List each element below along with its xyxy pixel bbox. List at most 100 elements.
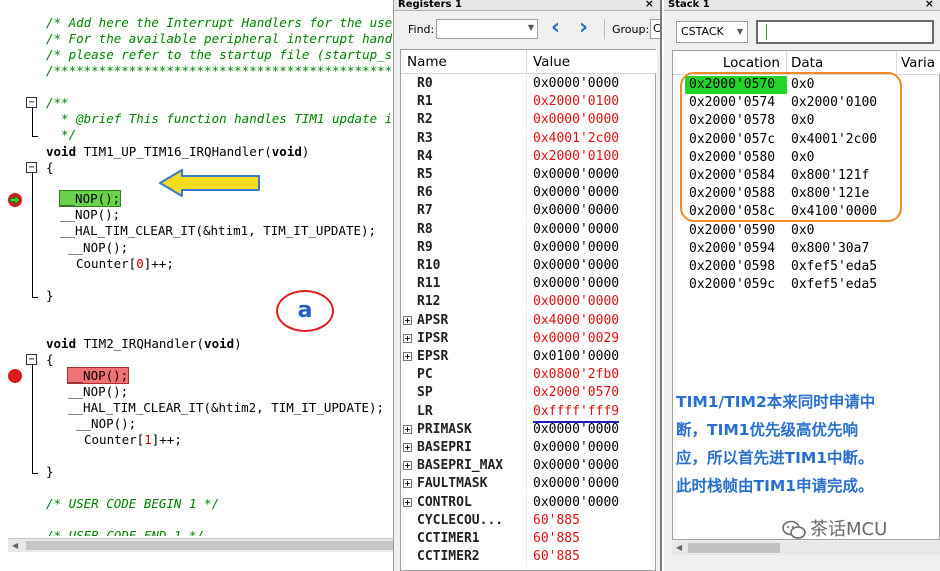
code-editor[interactable]: /* Add here the Interrupt Handlers for t…: [0, 0, 394, 571]
stack-data[interactable]: 0xfef5'eda5: [791, 258, 877, 276]
find-previous-icon[interactable]: ‹: [551, 17, 560, 39]
scrollbar-thumb[interactable]: [26, 541, 393, 550]
chevron-down-icon[interactable]: ▼: [528, 23, 534, 32]
stack-row[interactable]: 0x2000'0590 0x0: [673, 222, 940, 240]
register-row[interactable]: R10 0x0000'0000: [401, 257, 657, 275]
expand-icon[interactable]: +: [403, 315, 412, 325]
column-header-value[interactable]: Value: [527, 50, 657, 74]
find-input[interactable]: ▼: [436, 19, 538, 39]
register-value[interactable]: 0x0000'0000: [533, 421, 619, 439]
register-value[interactable]: 0xffff'fff9: [533, 403, 620, 423]
register-row[interactable]: R7 0x0000'0000: [401, 202, 657, 221]
register-value[interactable]: 0x0000'0000: [533, 75, 619, 93]
register-row[interactable]: CYCLECOU... 60'885: [401, 511, 657, 530]
group-select[interactable]: C: [650, 19, 660, 39]
scroll-left-icon[interactable]: ◀: [12, 541, 18, 550]
register-row[interactable]: LR 0xffff'fff9: [401, 402, 657, 423]
register-row[interactable]: + PRIMASK 0x0000'0000: [401, 420, 657, 439]
fold-toggle-icon[interactable]: −: [26, 97, 37, 108]
scrollbar-thumb[interactable]: [688, 543, 780, 553]
register-row[interactable]: R1 0x2000'0100: [401, 93, 657, 112]
register-value[interactable]: 0x0000'0000: [533, 475, 619, 493]
register-row[interactable]: CCTIMER2 60'885: [401, 548, 657, 567]
register-row[interactable]: PC 0x0800'2fb0: [401, 366, 657, 385]
register-value[interactable]: 0x4001'2c00: [533, 130, 619, 148]
stack-row[interactable]: 0x2000'059c 0xfef5'eda5: [673, 276, 940, 294]
register-row[interactable]: SP 0x2000'0570: [401, 384, 657, 403]
register-value[interactable]: 60'885: [533, 548, 580, 566]
stack-data[interactable]: 0x800'30a7: [791, 240, 869, 258]
registers-title: Registers 1: [398, 0, 462, 10]
expand-icon[interactable]: +: [403, 479, 412, 489]
register-name: R3: [401, 129, 527, 148]
register-value[interactable]: 0x0000'0000: [533, 494, 619, 512]
register-row[interactable]: CCTIMER1 60'885: [401, 530, 657, 548]
register-value[interactable]: 0x0000'0000: [533, 293, 619, 311]
expand-icon[interactable]: +: [403, 333, 412, 343]
stack-data[interactable]: 0x0: [791, 222, 814, 240]
register-row[interactable]: R11 0x0000'0000: [401, 275, 657, 294]
register-row[interactable]: R12 0x0000'0000: [401, 293, 657, 312]
register-row[interactable]: R9 0x0000'0000: [401, 238, 657, 257]
current-pc-arrow-icon[interactable]: [7, 192, 23, 208]
register-row[interactable]: + IPSR 0x0000'0029: [401, 329, 657, 348]
register-value[interactable]: 0x0000'0000: [533, 166, 619, 184]
register-row[interactable]: R4 0x2000'0100: [401, 147, 657, 166]
register-value[interactable]: 0x0000'0000: [533, 221, 619, 239]
close-icon[interactable]: ×: [925, 0, 934, 9]
close-icon[interactable]: ×: [645, 0, 654, 9]
stack-row[interactable]: 0x2000'0598 0xfef5'eda5: [673, 258, 940, 276]
breakpoint-statement-line[interactable]: __NOP();: [66, 367, 130, 384]
stack-horizontal-scrollbar[interactable]: ◀: [672, 541, 940, 555]
expand-icon[interactable]: +: [403, 461, 412, 471]
register-value[interactable]: 0x0000'0029: [533, 330, 619, 348]
register-row[interactable]: + BASEPRI 0x0000'0000: [401, 439, 657, 457]
register-value[interactable]: 0x2000'0100: [533, 148, 619, 166]
register-row[interactable]: R0 0x0000'0000: [401, 75, 657, 93]
editor-horizontal-scrollbar[interactable]: ◀: [8, 538, 393, 552]
breakpoint-icon[interactable]: [7, 368, 23, 384]
register-value[interactable]: 0x0000'0000: [533, 275, 619, 293]
register-value[interactable]: 0x0100'0000: [533, 348, 619, 366]
current-statement-line[interactable]: __NOP();: [58, 190, 122, 207]
register-row[interactable]: R8 0x0000'0000: [401, 220, 657, 239]
register-row[interactable]: R5 0x0000'0000: [401, 166, 657, 184]
stack-select[interactable]: CSTACK ▼: [676, 21, 748, 43]
register-value[interactable]: 0x0800'2fb0: [533, 366, 619, 384]
register-value[interactable]: 0x0000'0000: [533, 257, 619, 275]
chevron-down-icon[interactable]: ▼: [737, 22, 743, 42]
fold-toggle-icon[interactable]: −: [26, 162, 37, 173]
register-value[interactable]: 0x2000'0100: [533, 93, 619, 111]
register-value[interactable]: 60'885: [533, 512, 580, 530]
register-value[interactable]: 0x0000'0000: [533, 202, 619, 220]
register-row[interactable]: + FAULTMASK 0x0000'0000: [401, 475, 657, 494]
expand-icon[interactable]: +: [403, 497, 412, 507]
register-value[interactable]: 60'885: [533, 530, 580, 548]
register-row[interactable]: + CONTROL 0x0000'0000: [401, 493, 657, 512]
register-row[interactable]: R2 0x0000'0000: [401, 111, 657, 130]
register-value[interactable]: 0x0000'0000: [533, 457, 619, 475]
register-row[interactable]: + BASEPRI_MAX 0x0000'0000: [401, 457, 657, 476]
expand-icon[interactable]: +: [403, 352, 412, 361]
register-value[interactable]: 0x4000'0000: [533, 312, 619, 330]
expand-icon[interactable]: +: [403, 424, 412, 434]
registers-panel[interactable]: Registers 1 × Find: ▼ ‹ › Group: C Name …: [394, 0, 662, 571]
scroll-left-icon[interactable]: ◀: [676, 543, 682, 552]
register-value[interactable]: 0x2000'0570: [533, 384, 619, 402]
register-value[interactable]: 0x0000'0000: [533, 184, 619, 202]
register-row[interactable]: R3 0x4001'2c00: [401, 129, 657, 148]
column-header-name[interactable]: Name: [401, 50, 527, 74]
stack-row[interactable]: 0x2000'0594 0x800'30a7: [673, 240, 940, 258]
find-next-icon[interactable]: ›: [579, 17, 588, 39]
fold-toggle-icon[interactable]: −: [26, 354, 37, 365]
column-header-variable[interactable]: Varia: [897, 51, 940, 75]
register-row[interactable]: + EPSR 0x0100'0000: [401, 348, 657, 366]
register-value[interactable]: 0x0000'0000: [533, 111, 619, 129]
register-value[interactable]: 0x0000'0000: [533, 239, 619, 257]
register-row[interactable]: + APSR 0x4000'0000: [401, 311, 657, 330]
register-value[interactable]: 0x0000'0000: [533, 439, 619, 457]
stack-data[interactable]: 0xfef5'eda5: [791, 276, 877, 294]
expand-icon[interactable]: +: [403, 443, 412, 452]
register-row[interactable]: R6 0x0000'0000: [401, 184, 657, 203]
registers-table[interactable]: Name Value R0 0x0000'0000 R1 0x2000'0100 R2 0…: [400, 49, 657, 571]
